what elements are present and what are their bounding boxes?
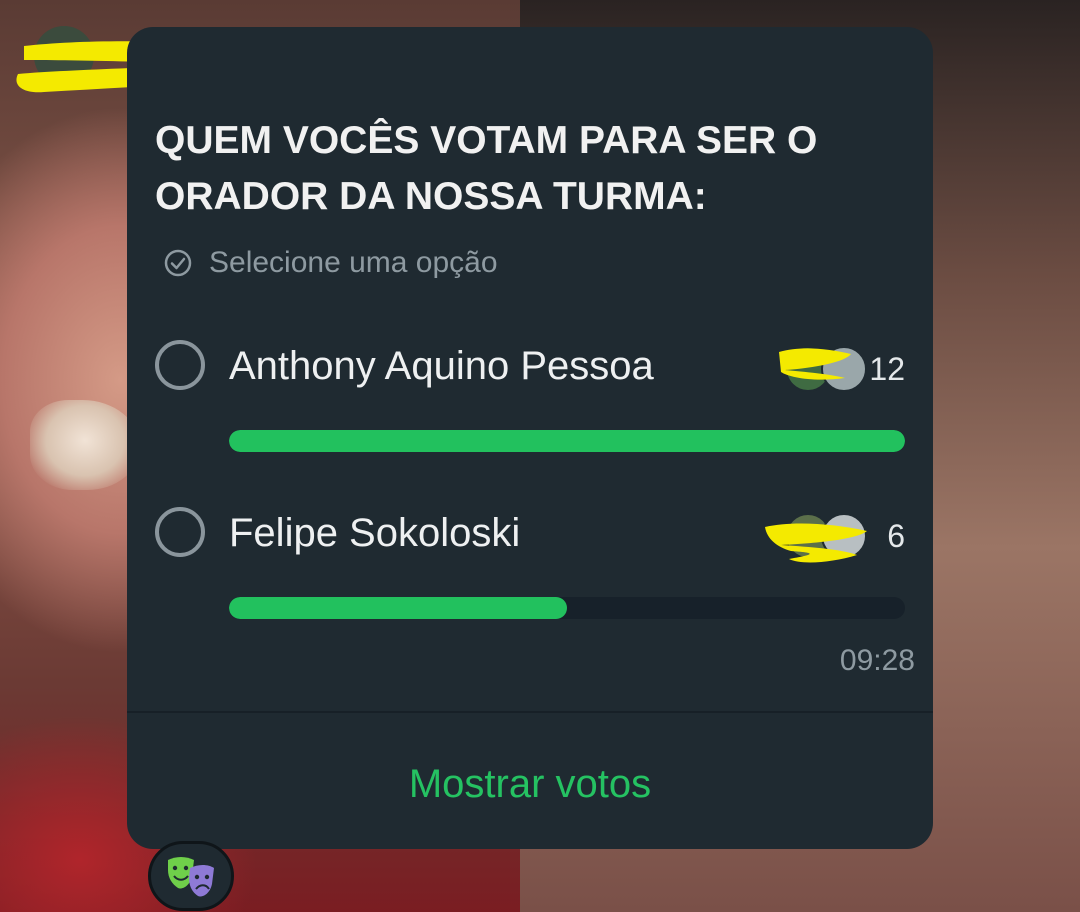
poll-option-1-voters[interactable] <box>779 344 881 392</box>
poll-option-2-bar <box>229 597 905 619</box>
poll-option-2-count: 6 <box>887 518 905 554</box>
reaction-badge[interactable] <box>148 841 234 911</box>
theater-masks-icon <box>168 857 214 897</box>
poll-option-2-label: Felipe Sokoloski <box>229 511 521 555</box>
check-circle-icon <box>164 249 192 277</box>
poll-option-1-label: Anthony Aquino Pessoa <box>229 344 654 388</box>
poll-option-1-bar <box>229 430 905 452</box>
bubble-divider <box>127 711 933 713</box>
poll-option-2-voters[interactable] <box>765 511 881 563</box>
show-votes-button[interactable]: Mostrar votos <box>127 751 933 817</box>
voter-redaction <box>779 348 851 380</box>
poll-option-2[interactable]: Felipe Sokoloski 6 <box>155 507 905 619</box>
poll-option-2-radio[interactable] <box>155 507 205 557</box>
background-smile <box>30 400 140 490</box>
poll-option-1-radio[interactable] <box>155 340 205 390</box>
poll-option-1-count: 12 <box>869 351 905 387</box>
poll-hint: Selecione uma opção <box>163 245 498 281</box>
poll-message-bubble: QUEM VOCÊS VOTAM PARA SER O ORADOR DA NO… <box>127 27 933 849</box>
poll-option-2-bar-fill <box>229 597 567 619</box>
poll-hint-text: Selecione uma opção <box>209 246 498 279</box>
poll-option-1[interactable]: Anthony Aquino Pessoa 12 <box>155 340 905 452</box>
poll-option-1-bar-fill <box>229 430 905 452</box>
poll-question: QUEM VOCÊS VOTAM PARA SER O ORADOR DA NO… <box>155 119 818 218</box>
voter-redaction <box>765 523 867 563</box>
message-timestamp: 09:28 <box>839 644 915 677</box>
